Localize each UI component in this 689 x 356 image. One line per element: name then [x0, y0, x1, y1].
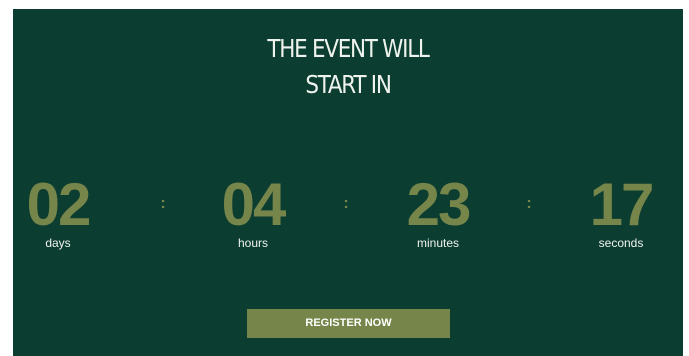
minutes-value: 23	[406, 171, 472, 238]
separator-colon: :	[160, 195, 166, 212]
countdown-minutes: 23 minutes	[393, 171, 483, 251]
countdown-days: 02 days	[13, 171, 103, 251]
minutes-label: minutes	[416, 236, 460, 250]
separator-colon: :	[526, 195, 532, 212]
register-now-button[interactable]: REGISTER NOW	[247, 309, 450, 338]
heading-line-2: START IN	[305, 70, 392, 99]
seconds-value: 17	[589, 171, 655, 238]
hours-value: 04	[221, 171, 287, 238]
seconds-label: seconds	[598, 236, 644, 250]
countdown-seconds: 17 seconds	[576, 171, 666, 251]
countdown-hours: 04 hours	[208, 171, 298, 251]
heading-line-1: THE EVENT WILL	[267, 34, 429, 63]
hours-label: hours	[237, 236, 269, 250]
days-label: days	[45, 236, 71, 250]
days-value: 02	[26, 171, 92, 238]
countdown-panel: THE EVENT WILL START IN 02 days : 04 hou…	[13, 9, 683, 356]
separator-colon: :	[343, 195, 349, 212]
